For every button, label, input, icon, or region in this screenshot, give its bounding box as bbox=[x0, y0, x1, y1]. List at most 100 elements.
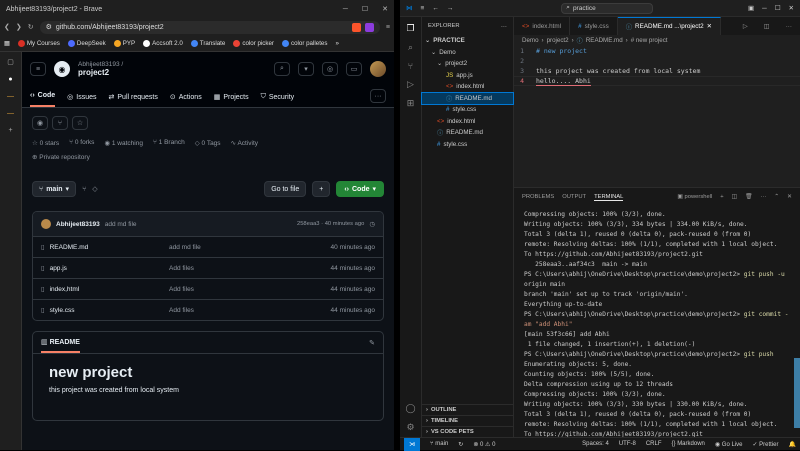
extensions-icon[interactable]: ⊞ bbox=[407, 98, 415, 109]
sidebar-item-icon[interactable]: — bbox=[7, 93, 14, 100]
more-icon[interactable]: ··· bbox=[778, 17, 800, 35]
tab-style-css[interactable]: # style.css bbox=[570, 17, 618, 35]
command-center-search[interactable]: ⌕ practice bbox=[561, 2, 654, 14]
close-icon[interactable]: ✕ bbox=[707, 23, 712, 30]
split-editor-icon[interactable]: ◫ bbox=[756, 17, 778, 35]
repo-owner[interactable]: Abhijeet83193 / bbox=[78, 61, 266, 68]
explorer-root[interactable]: ⌄ PRACTICE bbox=[422, 35, 513, 47]
code-button[interactable]: ‹› Code ▾ bbox=[336, 181, 384, 197]
run-icon[interactable]: ▷ bbox=[735, 17, 756, 35]
forward-icon[interactable]: → bbox=[447, 5, 454, 12]
commit-author[interactable]: Abhijeet83193 bbox=[56, 221, 100, 228]
indent-status[interactable]: Spaces: 4 bbox=[582, 441, 609, 447]
tag-icon[interactable]: ◇ bbox=[92, 185, 97, 193]
maximize-panel-icon[interactable]: ⌃ bbox=[774, 194, 779, 200]
add-icon[interactable]: + bbox=[8, 127, 12, 134]
brave-rewards-icon[interactable] bbox=[364, 22, 374, 32]
remote-icon[interactable]: ⋊ bbox=[404, 437, 420, 451]
history-icon[interactable]: ◷ bbox=[369, 220, 375, 228]
pets-section[interactable]: › VS CODE PETS bbox=[422, 426, 513, 437]
issues-icon[interactable]: ◎ bbox=[322, 62, 338, 76]
go-to-file-button[interactable]: Go to file bbox=[264, 181, 307, 197]
inbox-icon[interactable]: ▭ bbox=[346, 62, 362, 76]
prettier-status[interactable]: ✓ Prettier bbox=[752, 441, 778, 448]
grid-icon[interactable]: ▦ bbox=[4, 40, 10, 47]
menu-icon[interactable]: ≡ bbox=[421, 5, 425, 12]
tree-item[interactable]: JS app.js bbox=[422, 70, 513, 82]
more-bookmarks-icon[interactable]: » bbox=[335, 40, 338, 47]
avatar[interactable] bbox=[370, 61, 386, 77]
language-status[interactable]: {} Markdown bbox=[672, 441, 705, 447]
tab-code[interactable]: ‹› Code bbox=[30, 92, 56, 107]
commit-meta[interactable]: 258eaa3 · 40 minutes ago bbox=[297, 221, 364, 227]
github-logo-icon[interactable]: ◉ bbox=[54, 61, 70, 77]
site-info-icon[interactable]: ⚙ bbox=[46, 23, 52, 31]
layout-icon[interactable]: ▣ bbox=[748, 4, 754, 12]
tab-readme[interactable]: ⓘ README.md ...\project2 ✕ bbox=[617, 17, 721, 35]
hamburger-menu-button[interactable]: ≡ bbox=[30, 62, 46, 76]
table-row[interactable]: ▯ style.css Add files 44 minutes ago bbox=[33, 299, 383, 320]
minimize-icon[interactable]: ─ bbox=[762, 5, 767, 12]
add-file-button[interactable]: + bbox=[312, 181, 331, 197]
tab-actions[interactable]: ⊙ Actions bbox=[170, 93, 202, 107]
timeline-section[interactable]: › TIMELINE bbox=[422, 415, 513, 426]
bookmark-item[interactable]: color picker bbox=[233, 40, 274, 47]
table-row[interactable]: ▯ README.md add md file 40 minutes ago bbox=[33, 236, 383, 257]
bookmark-item[interactable]: color palletes bbox=[281, 40, 327, 47]
close-icon[interactable]: ✕ bbox=[789, 4, 794, 12]
tab-output[interactable]: OUTPUT bbox=[562, 194, 586, 200]
forks-count[interactable]: ⑂ 0 forks bbox=[69, 139, 94, 147]
tree-item[interactable]: <> index.html bbox=[422, 81, 513, 93]
github-sidebar-icon[interactable]: ● bbox=[8, 76, 12, 83]
branch-selector[interactable]: ⑂ main ▾ bbox=[32, 181, 77, 197]
sidebar-toggle-icon[interactable]: ▢ bbox=[7, 58, 14, 66]
forward-icon[interactable]: ❯ bbox=[16, 23, 22, 31]
avatar[interactable] bbox=[41, 219, 51, 229]
repo-name[interactable]: project2 bbox=[78, 68, 266, 77]
bookmark-item[interactable]: My Courses bbox=[17, 40, 60, 47]
copilot-icon[interactable]: ▾ bbox=[298, 62, 314, 76]
table-row[interactable]: ▯ index,html Add files 44 minutes ago bbox=[33, 278, 383, 299]
minimize-icon[interactable]: ─ bbox=[343, 6, 348, 13]
edit-pencil-icon[interactable]: ✎ bbox=[369, 339, 375, 347]
watching-count[interactable]: ◉ 1 watching bbox=[104, 139, 143, 147]
tree-item[interactable]: ⓘ README.md bbox=[422, 127, 513, 139]
terminal-output[interactable]: Compressing objects: 100% (3/3), done. Wr… bbox=[514, 206, 800, 450]
source-control-icon[interactable]: ⑂ bbox=[408, 61, 413, 71]
tree-item[interactable]: <> index.html bbox=[422, 116, 513, 128]
branches-count[interactable]: ⑂ 1 Branch bbox=[153, 139, 185, 147]
reload-icon[interactable]: ↻ bbox=[28, 23, 34, 31]
more-tabs-button[interactable]: ··· bbox=[370, 89, 386, 103]
branch-status[interactable]: ⑂ main bbox=[430, 441, 448, 447]
terminal-scrollbar[interactable] bbox=[794, 358, 800, 428]
activity-link[interactable]: ∿ Activity bbox=[231, 139, 259, 147]
encoding-status[interactable]: UTF-8 bbox=[619, 441, 636, 447]
tree-item[interactable]: # style.css bbox=[422, 104, 513, 116]
tags-count[interactable]: ◇ 0 Tags bbox=[195, 139, 221, 147]
tab-projects[interactable]: ▦ Projects bbox=[214, 93, 249, 107]
bookmark-item[interactable]: DeepSeek bbox=[67, 40, 106, 47]
maximize-icon[interactable]: ☐ bbox=[775, 4, 781, 12]
search-icon[interactable]: ⌕ bbox=[274, 62, 290, 76]
split-terminal-icon[interactable]: ◫ bbox=[732, 194, 737, 200]
branches-icon[interactable]: ⑂ bbox=[82, 186, 86, 193]
tab-problems[interactable]: PROBLEMS bbox=[522, 194, 554, 200]
star-icon[interactable]: ☆ bbox=[72, 116, 88, 130]
close-panel-icon[interactable]: ✕ bbox=[787, 194, 792, 200]
explorer-icon[interactable]: ❐ bbox=[406, 23, 414, 34]
tab-index-html[interactable]: <> index.html bbox=[514, 17, 571, 35]
tab-pull-requests[interactable]: ⇄ Pull requests bbox=[109, 93, 158, 107]
shell-selector[interactable]: ▣ powershell bbox=[677, 194, 712, 200]
bookmark-item[interactable]: Translate bbox=[190, 40, 225, 47]
new-terminal-icon[interactable]: + bbox=[720, 194, 723, 200]
notifications-icon[interactable]: 🔔 bbox=[789, 441, 796, 448]
more-icon[interactable]: ··· bbox=[501, 23, 507, 30]
account-icon[interactable]: ◯ bbox=[405, 403, 415, 414]
watch-eye-icon[interactable]: ◉ bbox=[32, 116, 48, 130]
readme-tab[interactable]: ▥ README bbox=[41, 338, 80, 353]
tree-item[interactable]: ⌄ Demo bbox=[422, 47, 513, 59]
tab-terminal[interactable]: TERMINAL bbox=[594, 194, 624, 201]
menu-icon[interactable]: ≡ bbox=[386, 24, 390, 31]
sidebar-item-icon[interactable]: — bbox=[7, 110, 14, 117]
sync-icon[interactable]: ↻ bbox=[458, 441, 463, 448]
